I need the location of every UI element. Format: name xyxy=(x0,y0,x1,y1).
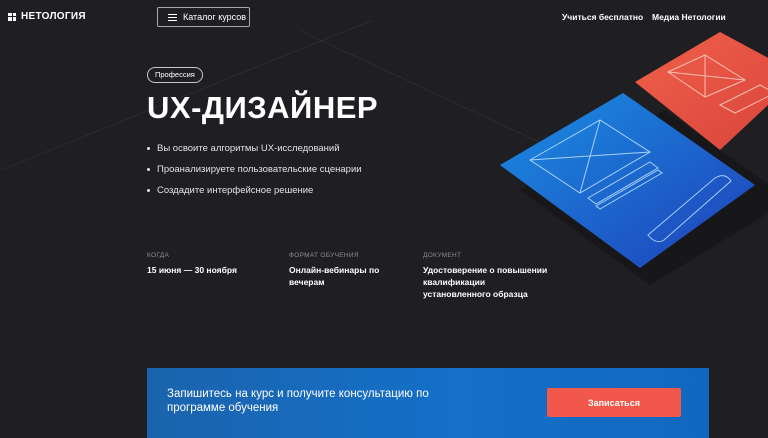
signup-banner: Запишитесь на курс и получите консультац… xyxy=(147,368,709,438)
info-label: ФОРМАТ ОБУЧЕНИЯ xyxy=(289,252,359,259)
hero-illustration xyxy=(500,32,768,285)
signup-button[interactable]: Записаться xyxy=(547,388,681,417)
benefit-item: Проанализируете пользовательские сценари… xyxy=(147,164,362,185)
menu-icon xyxy=(168,13,177,21)
info-label: КОГДА xyxy=(147,252,170,259)
benefit-item: Создадите интерфейсное решение xyxy=(147,185,362,206)
info-when: КОГДА 15 июня — 30 ноября xyxy=(147,252,267,276)
info-format: ФОРМАТ ОБУЧЕНИЯ Онлайн-вебинары по вечер… xyxy=(289,252,384,288)
logo[interactable]: НЕТОЛОГИЯ xyxy=(8,11,86,22)
logo-text: НЕТОЛОГИЯ xyxy=(21,11,86,22)
page-title: UX-ДИЗАЙНЕР xyxy=(147,90,379,125)
info-value: Онлайн-вебинары по вечерам xyxy=(289,265,380,287)
catalog-button[interactable]: Каталог курсов xyxy=(157,7,250,27)
catalog-button-label: Каталог курсов xyxy=(183,12,247,22)
signup-banner-text: Запишитесь на курс и получите консультац… xyxy=(167,388,429,414)
benefit-item: Вы освоите алгоритмы UX-исследований xyxy=(147,143,362,164)
logo-icon xyxy=(8,12,16,21)
benefits-list: Вы освоите алгоритмы UX-исследований Про… xyxy=(147,143,362,206)
profession-badge: Профессия xyxy=(147,67,203,83)
info-value: 15 июня — 30 ноября xyxy=(147,265,237,275)
